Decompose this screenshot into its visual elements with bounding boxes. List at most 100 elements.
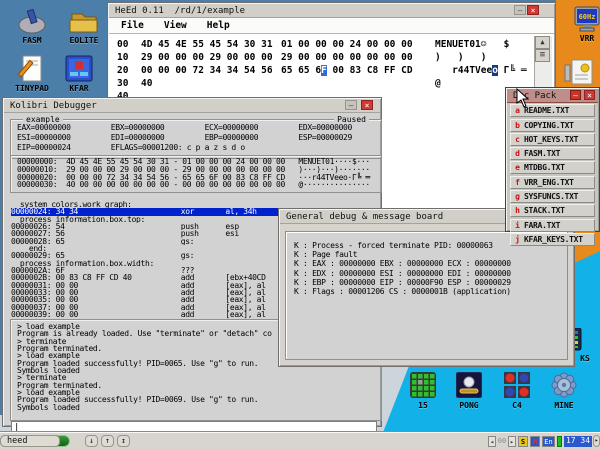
close-button[interactable]: × [361,100,373,110]
taskbar-scroll-right[interactable]: ▸ [593,435,600,447]
docpack-file-item[interactable]: d FASM.TXT [510,147,595,160]
taskbar: ◂ MENU ↓ ↑ ↕ MTDBGBOARDDOCPAKheed ◂ 00 ▸… [0,432,600,450]
heed-menu-bar: File View Help [109,18,554,34]
file-name: SYSFUNCS.TXT [524,192,578,201]
hotkey-letter: d [511,149,524,158]
hex-bytes-left: 00 00 00 72 34 34 54 56 [141,65,281,76]
file-name: VRR_ENG.TXT [524,178,574,187]
heed-title-bar[interactable]: HeEd 0.11 /rd/1/example [109,4,554,18]
clock[interactable]: 17 34 [564,436,592,447]
task-button[interactable]: heed [0,435,60,447]
restore-all-button[interactable]: ↑ [101,435,114,447]
file-name: FARA.TXT [524,221,560,230]
hex-bytes-left: 29 00 00 00 29 00 00 00 [141,52,281,63]
hotkey-letter: f [511,178,524,187]
scroll-up-button[interactable]: ▲ [535,36,550,49]
docpack-file-item[interactable]: a README.TXT [510,104,595,117]
hex-row[interactable]: 20 00 00 00 72 34 34 54 56 65 65 6F 00 8… [109,64,554,77]
docpack-file-item[interactable]: i FARA.TXT [510,219,595,232]
menu-item[interactable]: View [164,20,187,31]
scrollbar-thumb[interactable]: ≡ [535,49,550,62]
minimize-button[interactable]: – [570,90,581,100]
docpack-file-item[interactable]: f VRR_ENG.TXT [510,176,595,189]
desktop-icon-tinypad[interactable]: TINYPAD [16,54,54,93]
log-line: Symbols loaded [17,367,381,374]
close-button[interactable]: × [527,5,539,15]
hex-offset: 20 [117,65,141,76]
minimize-button[interactable]: – [514,5,526,15]
desktop-icon-15[interactable]: 15 [410,372,444,410]
hotkey-letter: e [511,163,524,172]
board-message-line: K : Flags : 00001206 CS : 0000001B (appl… [294,287,567,296]
board-message-line: K : Page fault [294,250,567,259]
connect-four-icon [504,372,538,398]
icon-label: PONG [448,401,490,410]
desktop-icon-fasm[interactable]: FASM [16,6,54,45]
icon-label: VRR [572,34,600,43]
docpack-file-item[interactable]: h STACK.TXT [510,204,595,217]
icon-label: FASM [10,36,54,45]
hex-ascii: @ [435,78,441,89]
cpu-prev-button[interactable]: ◂ [488,436,496,447]
window-title: HeEd 0.11 /rd/1/example [115,6,245,16]
hex-bytes-right: 29 00 00 00 00 00 00 00 [281,52,413,63]
docpack-file-item[interactable]: b COPYING.TXT [510,119,595,132]
cpu-usage-bar [557,436,562,447]
register-line: EAX=00000000 EBX=00000000 ECX=00000000 E… [17,123,381,133]
pong-icon [456,372,490,398]
window-title: Doc Pack [513,91,556,101]
minimize-button[interactable]: – [345,100,357,110]
icon-label: C4 [496,401,538,410]
board-message-line: K : EDX : 00000000 ESI : 00000000 EDI : … [294,269,567,278]
window-title: Kolibri Debugger [10,101,97,111]
hex-offset: 30 [117,78,141,89]
minesweeper-gear-icon [551,372,585,398]
process-name: example [23,115,63,124]
file-name: KFAR_KEYS.TXT [524,235,583,244]
docpack-file-item[interactable]: g SYSFUNCS.TXT [510,190,595,203]
cpu-next-button[interactable]: ▸ [508,436,516,447]
hex-row[interactable]: 30 40 @ [109,77,554,90]
toggle-windows-button[interactable]: ↕ [117,435,130,447]
hex-row[interactable]: 00 4D 45 4E 55 45 54 30 31 01 00 00 00 2… [109,38,554,51]
docpack-file-item[interactable]: c HOT_KEYS.TXT [510,133,595,146]
window-title: General debug & message board [286,212,443,222]
mixer-tray-icon[interactable]: M [530,436,540,447]
hotkey-letter: h [511,206,524,215]
desktop-icon-pong[interactable]: PONG [456,372,490,410]
fifteen-puzzle-icon [410,372,444,398]
icon-label: TINYPAD [10,84,54,93]
docpack-file-item[interactable]: e MTDBG.TXT [510,161,595,174]
icon-label: MINE [543,401,585,410]
menu-item[interactable]: Help [207,20,230,31]
close-button[interactable]: × [584,90,595,100]
hex-bytes-left: 4D 45 4E 55 45 54 30 31 [141,39,281,50]
hex-offset: 10 [117,52,141,63]
hex-offset: 00 [117,39,141,50]
desktop-icon-c4[interactable]: C4 [504,372,538,410]
kolibrios-desktop: { "desktop": { "fragments": { "code1a": … [0,0,600,450]
debugger-state: Paused [334,115,369,124]
speaker-tray-icon[interactable]: S [518,436,528,447]
vrr-screen-text: 60Hz [579,13,596,21]
debugger-title-bar[interactable]: Kolibri Debugger [4,99,380,113]
desktop-icon-eolite[interactable]: EOLITE [68,6,106,45]
hex-ascii: r44TVeeo Г╚ ═ [435,65,527,76]
minimize-all-button[interactable]: ↓ [85,435,98,447]
desktop-icon-vrr[interactable]: 60Hz VRR [574,6,600,43]
hotkey-letter: b [511,121,524,130]
docpack-file-item[interactable]: j KFAR_KEYS.TXT [510,233,595,246]
hex-row[interactable]: 10 29 00 00 00 29 00 00 00 29 00 00 00 0… [109,51,554,64]
desktop-icon-docpack-app[interactable] [564,58,594,86]
keyboard-layout-indicator[interactable]: En [542,436,555,447]
register-line: ESI=00000000 EDI=00000000 EBP=00000000 E… [17,133,381,143]
cpu-load-value: 00 [497,436,507,447]
hex-bytes-right: 01 00 00 00 24 00 00 00 [281,39,413,50]
file-name: HOT_KEYS.TXT [524,135,578,144]
desktop-icon-mine[interactable]: MINE [551,372,585,410]
menu-item[interactable]: File [121,20,144,31]
desktop-icon-kfar[interactable]: KFAR [64,54,101,93]
notepad-icon [16,54,54,84]
board-message-line: K : EAX : 00000000 EBX : 00000000 ECX : … [294,259,567,268]
file-name: FASM.TXT [524,149,560,158]
